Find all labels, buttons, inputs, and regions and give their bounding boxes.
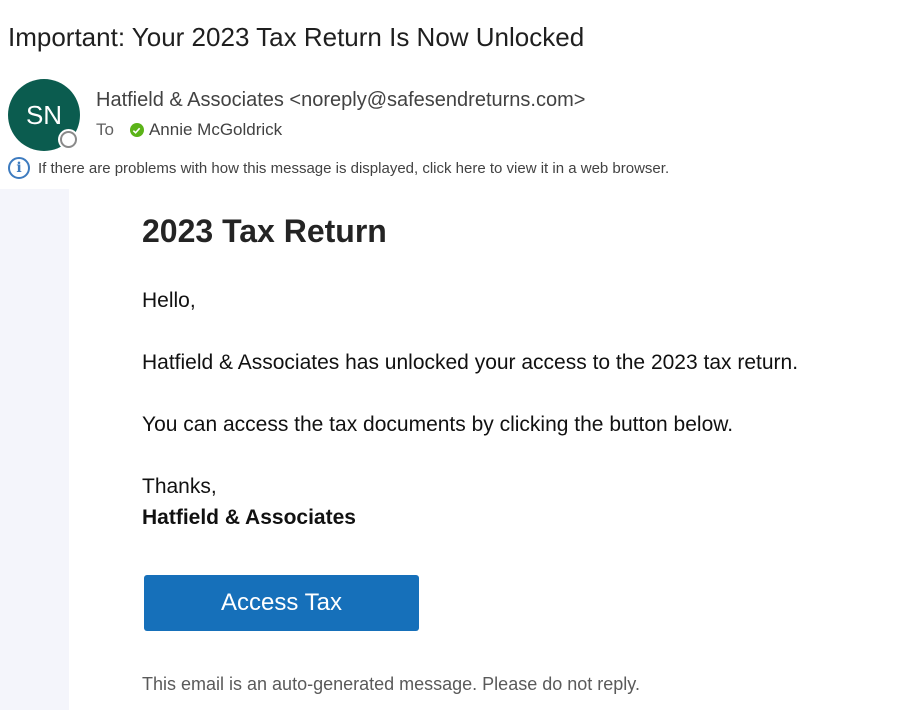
access-tax-button[interactable]: Access Tax [144, 575, 419, 631]
email-subject: Important: Your 2023 Tax Return Is Now U… [8, 22, 585, 52]
email-body [69, 189, 899, 710]
recipient-line: To Annie McGoldrick [96, 120, 282, 140]
info-notice-text[interactable]: If there are problems with how this mess… [38, 160, 669, 177]
reading-pane-margin [0, 189, 69, 710]
sender-address[interactable]: Hatfield & Associates <noreply@safesendr… [96, 89, 585, 112]
info-icon: i [8, 157, 30, 179]
web-view-notice[interactable]: i If there are problems with how this me… [8, 157, 669, 179]
access-tax-button-label: Access Tax [221, 589, 342, 616]
auto-generated-note: This email is an auto-generated message.… [142, 674, 640, 694]
greeting-text: Hello, [142, 289, 196, 312]
unlock-notice-text: Hatfield & Associates has unlocked your … [142, 351, 799, 374]
check-circle-icon [129, 123, 144, 137]
presence-status-icon [60, 131, 77, 148]
signoff-text: Thanks, [142, 475, 217, 498]
body-heading: 2023 Tax Return [142, 213, 387, 249]
signature-text: Hatfield & Associates [142, 506, 356, 529]
recipient-name[interactable]: Annie McGoldrick [149, 120, 282, 140]
to-label: To [96, 120, 114, 139]
avatar-initials: SN [25, 99, 63, 130]
instruction-text: You can access the tax documents by clic… [142, 413, 734, 436]
